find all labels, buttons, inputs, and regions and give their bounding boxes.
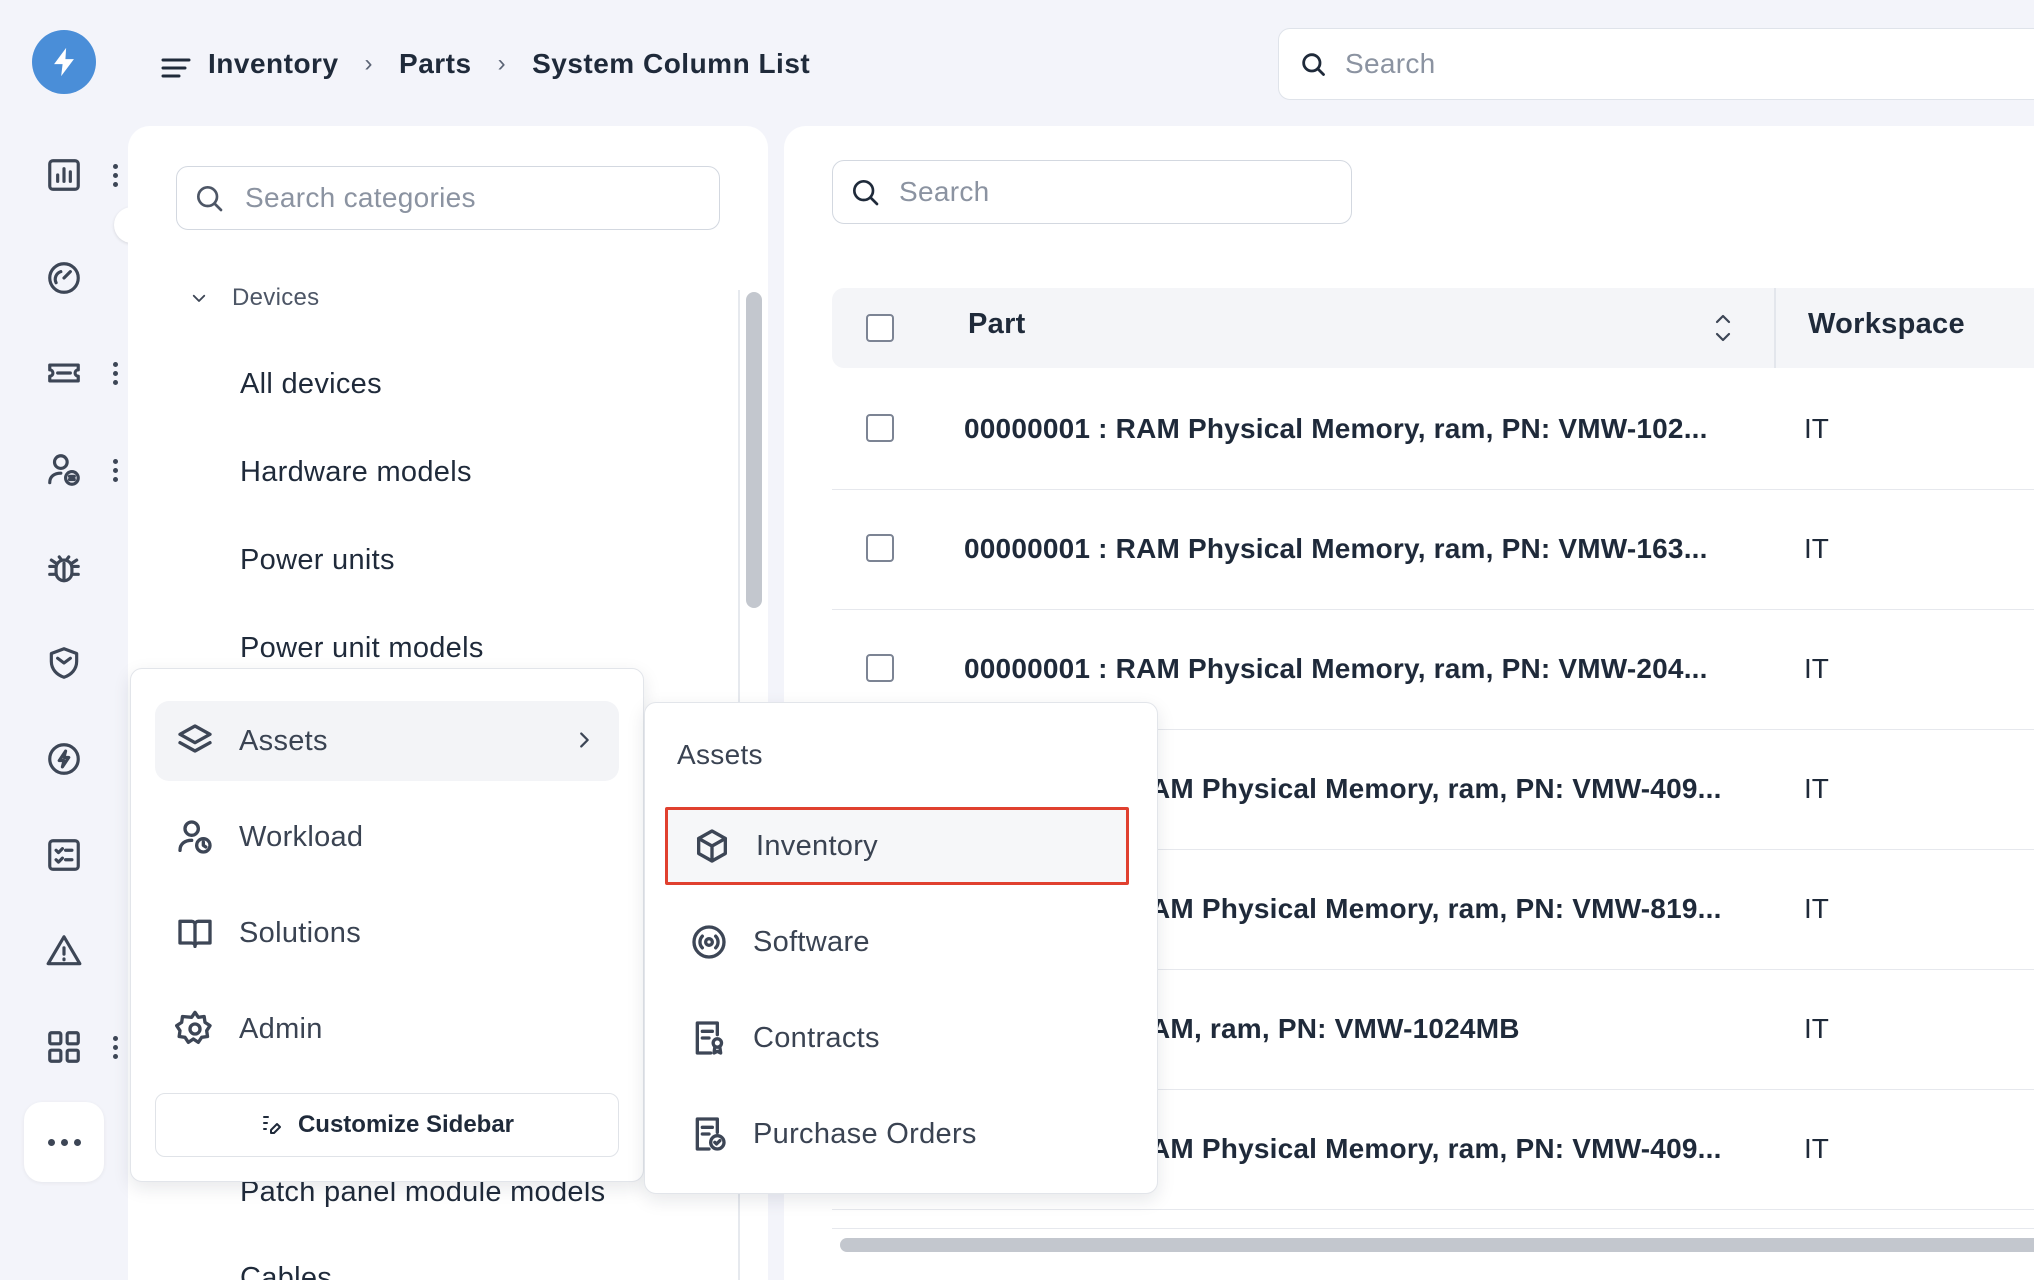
apps-icon[interactable] bbox=[44, 1027, 84, 1067]
sort-icon[interactable] bbox=[1712, 310, 1734, 346]
disc-icon bbox=[692, 925, 726, 959]
category-scrollbar[interactable] bbox=[746, 292, 762, 608]
box-icon bbox=[697, 829, 727, 863]
purchase-order-icon bbox=[695, 1117, 726, 1151]
column-header-part[interactable]: Part bbox=[968, 308, 1026, 341]
category-item[interactable]: Cables bbox=[240, 1262, 332, 1280]
gauge-icon[interactable] bbox=[44, 258, 84, 298]
warning-icon[interactable] bbox=[44, 931, 84, 971]
app-logo[interactable] bbox=[32, 30, 96, 94]
search-placeholder: Search bbox=[1345, 48, 1436, 79]
cell-workspace: IT bbox=[1804, 413, 1829, 444]
breadcrumb-separator-icon: › bbox=[364, 50, 374, 77]
layers-icon bbox=[178, 724, 212, 753]
chevron-right-icon bbox=[580, 732, 589, 748]
select-all-checkbox[interactable] bbox=[866, 314, 894, 342]
category-item[interactable]: All devices bbox=[240, 368, 382, 401]
ticket-icon[interactable] bbox=[44, 353, 84, 393]
horizontal-scrollbar[interactable] bbox=[840, 1238, 2034, 1252]
cell-workspace: IT bbox=[1804, 1133, 1829, 1164]
bolt-circle-icon[interactable] bbox=[44, 739, 84, 779]
submenu-item-inventory[interactable]: Inventory bbox=[665, 807, 1129, 885]
user-clock-icon bbox=[178, 820, 212, 854]
row-checkbox[interactable] bbox=[866, 534, 894, 562]
bug-icon[interactable] bbox=[44, 548, 84, 588]
menu-item-assets[interactable]: Assets bbox=[155, 701, 619, 781]
menu-item-label: Assets bbox=[239, 724, 328, 757]
customize-icon bbox=[262, 1116, 281, 1134]
menu-item-label: Admin bbox=[239, 1012, 323, 1045]
navigation-menu: Assets Workload Solutions Admin Customiz… bbox=[130, 668, 644, 1182]
column-divider[interactable] bbox=[1774, 288, 1776, 368]
cell-part[interactable]: AM Physical Memory, ram, PN: VMW-409... bbox=[1150, 1090, 1722, 1208]
breadcrumb-current: System Column List bbox=[532, 48, 811, 79]
table-search-input[interactable]: Search bbox=[832, 160, 1352, 224]
book-icon bbox=[178, 919, 212, 948]
cell-part[interactable]: 00000001 : RAM Physical Memory, ram, PN:… bbox=[964, 490, 1708, 608]
submenu-item-label: Purchase Orders bbox=[753, 1117, 977, 1150]
row-checkbox[interactable] bbox=[866, 414, 894, 442]
search-placeholder: Search categories bbox=[245, 182, 476, 213]
category-item[interactable]: Power unit models bbox=[240, 632, 484, 665]
submenu-item-purchase-orders[interactable]: Purchase Orders bbox=[665, 1095, 1129, 1173]
more-menu-button[interactable] bbox=[24, 1102, 104, 1182]
menu-item-label: Workload bbox=[239, 820, 364, 853]
submenu-item-label: Software bbox=[753, 925, 870, 958]
search-icon bbox=[197, 186, 223, 212]
contract-icon bbox=[695, 1021, 724, 1055]
breadcrumb: Inventory › Parts › System Column List bbox=[208, 44, 810, 84]
submenu-item-contracts[interactable]: Contracts bbox=[665, 999, 1129, 1077]
table-row[interactable]: 00000001 : RAM Physical Memory, ram, PN:… bbox=[832, 370, 2034, 490]
global-search-input[interactable]: Search bbox=[1278, 28, 2034, 100]
menu-item-admin[interactable]: Admin bbox=[155, 989, 619, 1069]
breadcrumb-item[interactable]: Parts bbox=[399, 48, 472, 80]
rail-more-dots[interactable] bbox=[106, 353, 124, 393]
search-icon bbox=[1302, 53, 1325, 76]
category-group-label: Devices bbox=[232, 284, 320, 311]
row-checkbox[interactable] bbox=[866, 654, 894, 682]
breadcrumb-separator-icon: › bbox=[497, 50, 507, 77]
menu-toggle-icon[interactable] bbox=[160, 54, 192, 82]
shield-icon[interactable] bbox=[44, 643, 84, 683]
customize-sidebar-button[interactable]: Customize Sidebar bbox=[155, 1093, 619, 1157]
rail-more-dots[interactable] bbox=[106, 450, 124, 490]
submenu-item-software[interactable]: Software bbox=[665, 903, 1129, 981]
bolt-icon bbox=[54, 47, 74, 77]
cell-part[interactable]: AM, ram, PN: VMW-1024MB bbox=[1150, 970, 1520, 1088]
cell-workspace: IT bbox=[1804, 1013, 1829, 1044]
chart-icon[interactable] bbox=[44, 155, 84, 195]
cell-workspace: IT bbox=[1804, 653, 1829, 684]
menu-item-solutions[interactable]: Solutions bbox=[155, 893, 619, 973]
category-search-input[interactable]: Search categories bbox=[176, 166, 720, 230]
menu-item-label: Solutions bbox=[239, 916, 361, 949]
rail-more-dots[interactable] bbox=[106, 155, 124, 195]
submenu-title: Assets bbox=[677, 739, 763, 770]
column-header-workspace[interactable]: Workspace bbox=[1808, 308, 1965, 341]
chevron-down-icon bbox=[192, 294, 206, 302]
menu-item-workload[interactable]: Workload bbox=[155, 797, 619, 877]
submenu-item-label: Inventory bbox=[756, 829, 878, 862]
cell-part[interactable]: 00000001 : RAM Physical Memory, ram, PN:… bbox=[964, 370, 1708, 488]
cell-workspace: IT bbox=[1804, 533, 1829, 564]
user-change-icon[interactable] bbox=[44, 450, 84, 490]
category-item[interactable]: Hardware models bbox=[240, 456, 472, 489]
cell-part[interactable]: AM Physical Memory, ram, PN: VMW-819... bbox=[1150, 850, 1722, 968]
search-icon bbox=[853, 180, 879, 206]
checklist-icon[interactable] bbox=[44, 835, 84, 875]
category-group-devices[interactable]: Devices bbox=[190, 282, 319, 314]
category-item[interactable]: Power units bbox=[240, 544, 395, 577]
gear-icon bbox=[175, 1010, 212, 1044]
table-row[interactable]: 00000001 : RAM Physical Memory, ram, PN:… bbox=[832, 490, 2034, 610]
search-placeholder: Search bbox=[899, 176, 990, 207]
cell-workspace: IT bbox=[1804, 893, 1829, 924]
rail-more-dots[interactable] bbox=[106, 1027, 124, 1067]
assets-submenu: Assets Inventory Software Contracts Purc… bbox=[644, 702, 1158, 1194]
cell-workspace: IT bbox=[1804, 773, 1829, 804]
cell-part[interactable]: AM Physical Memory, ram, PN: VMW-409... bbox=[1150, 730, 1722, 848]
breadcrumb-item[interactable]: Inventory bbox=[208, 48, 339, 80]
customize-sidebar-label: Customize Sidebar bbox=[297, 1111, 515, 1138]
submenu-item-label: Contracts bbox=[753, 1021, 880, 1054]
